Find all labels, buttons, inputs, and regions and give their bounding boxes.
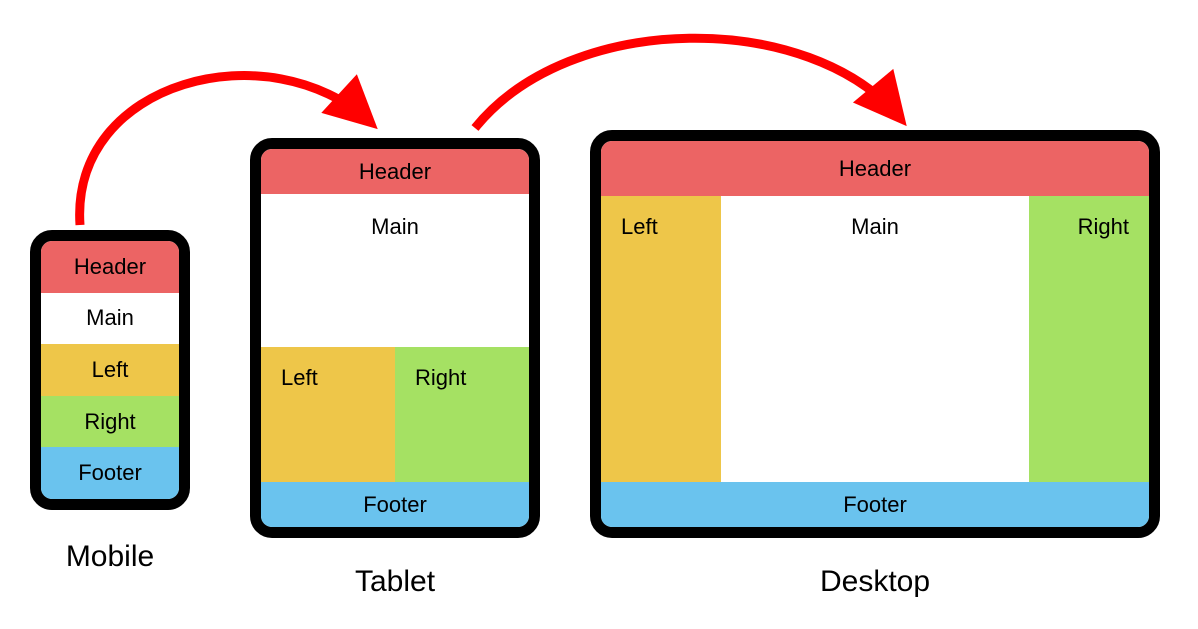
mobile-footer: Footer — [41, 447, 179, 499]
tablet-right: Right — [395, 347, 529, 482]
mobile-main: Main — [41, 293, 179, 345]
caption-mobile: Mobile — [30, 540, 190, 574]
caption-desktop: Desktop — [590, 565, 1160, 599]
device-desktop: Header Left Main Right Footer — [590, 130, 1160, 538]
responsive-layout-diagram: Header Main Left Right Footer Mobile Hea… — [0, 0, 1198, 629]
tablet-header: Header — [261, 149, 529, 194]
desktop-main: Main — [721, 196, 1029, 482]
tablet-left: Left — [261, 347, 395, 482]
mobile-header: Header — [41, 241, 179, 293]
mobile-right: Right — [41, 396, 179, 448]
caption-tablet: Tablet — [250, 565, 540, 599]
desktop-footer: Footer — [601, 482, 1149, 527]
tablet-main: Main — [261, 194, 529, 347]
tablet-columns: Left Right — [261, 347, 529, 482]
tablet-footer: Footer — [261, 482, 529, 527]
desktop-header: Header — [601, 141, 1149, 196]
device-mobile: Header Main Left Right Footer — [30, 230, 190, 510]
mobile-left: Left — [41, 344, 179, 396]
desktop-right: Right — [1029, 196, 1149, 482]
arrow-tablet-to-desktop — [475, 38, 900, 128]
desktop-left: Left — [601, 196, 721, 482]
desktop-body: Left Main Right — [601, 196, 1149, 482]
device-tablet: Header Main Left Right Footer — [250, 138, 540, 538]
